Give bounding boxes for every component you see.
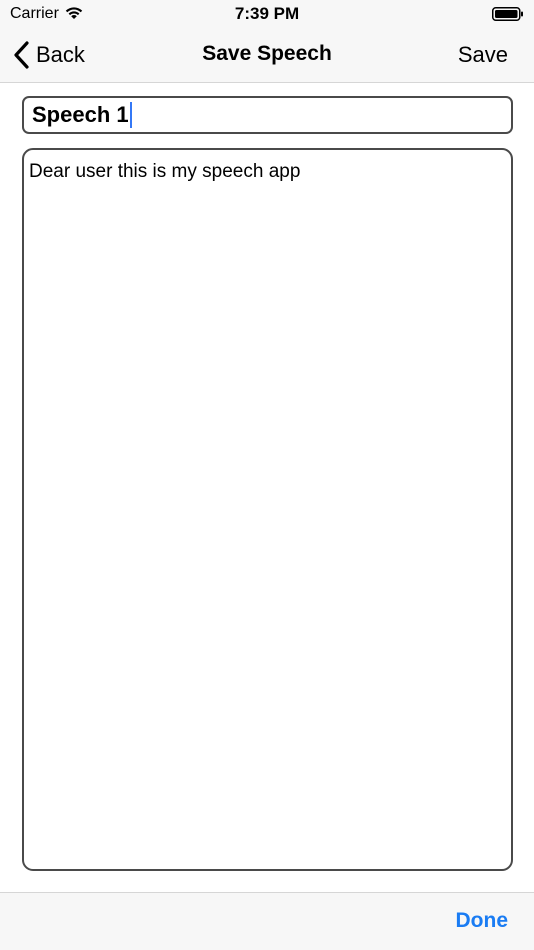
- save-button[interactable]: Save: [458, 42, 508, 68]
- speech-text-area[interactable]: Dear user this is my speech app: [22, 148, 513, 871]
- bottom-toolbar: Done: [0, 892, 534, 950]
- text-cursor: [129, 102, 132, 128]
- battery-icon: [492, 7, 523, 21]
- navigation-bar: Back Save Speech Save: [0, 28, 534, 83]
- status-time: 7:39 PM: [234, 4, 300, 23]
- done-button[interactable]: Done: [456, 909, 509, 933]
- speech-title-input[interactable]: Speech 1: [22, 96, 513, 134]
- speech-text-value: Dear user this is my speech app: [29, 161, 301, 182]
- page-title: Save Speech: [202, 42, 332, 65]
- speech-title-value: Speech 1: [32, 102, 129, 127]
- status-bar: Carrier 7:39 PM: [0, 0, 534, 28]
